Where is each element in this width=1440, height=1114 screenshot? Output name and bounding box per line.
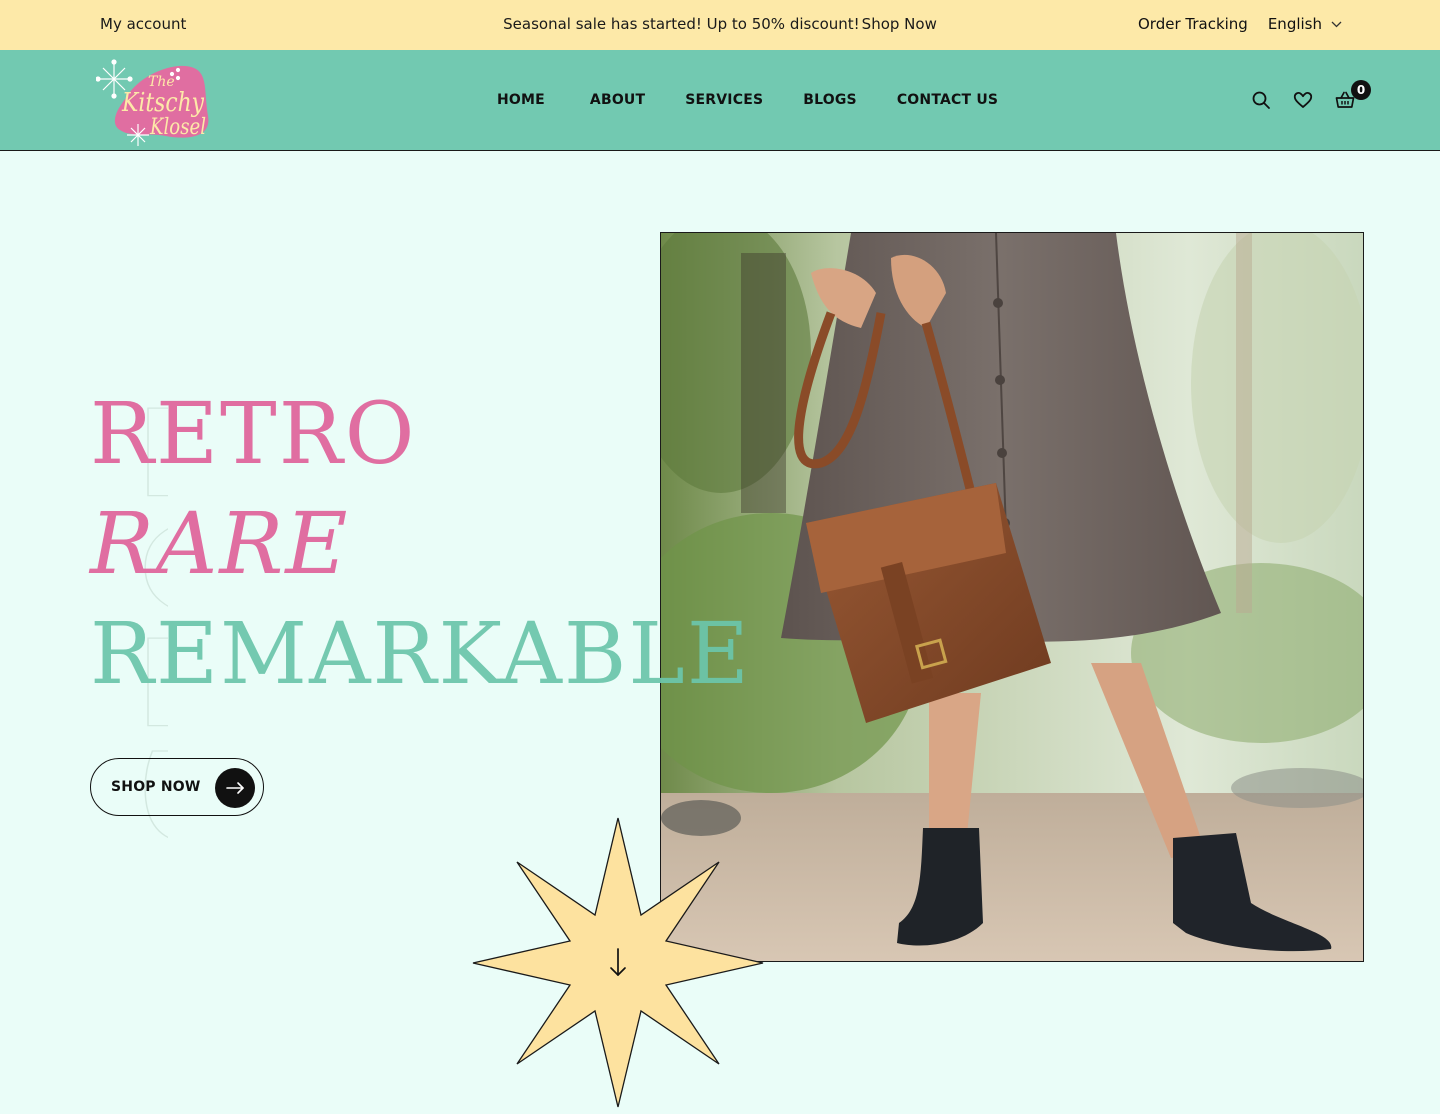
header-actions: 0 [1229,80,1371,110]
promo-text: Seasonal sale has started! Up to 50% dis… [503,15,860,33]
search-icon[interactable] [1251,90,1271,110]
language-label: English [1267,15,1322,33]
shop-now-label: SHOP NOW [111,779,201,795]
main-nav: HOME ABOUT SERVICES BLOGS CONTACT US [497,92,998,108]
site-logo[interactable]: The Kitschy Klosel [95,56,216,146]
svg-text:Kitschy: Kitschy [121,88,204,118]
language-selector[interactable]: English [1268,15,1342,33]
order-tracking-link[interactable]: Order Tracking [1138,15,1248,33]
nav-about[interactable]: ABOUT [590,92,645,108]
svg-text:Klosel: Klosel [149,115,206,140]
nav-home[interactable]: HOME [497,92,545,108]
promo-shop-now-link[interactable]: Shop Now [862,15,937,33]
nav-services[interactable]: SERVICES [685,92,763,108]
chevron-down-icon [1331,21,1342,27]
hero-line-remarkable: REMARKABLE [90,605,751,704]
scroll-down-star-button[interactable] [470,815,766,1110]
main-header: The Kitschy Klosel HOME ABOUT SERVICES B… [0,50,1440,151]
topbar-right: Order Tracking English [1138,15,1342,33]
nav-contact-us[interactable]: CONTACT US [897,92,998,108]
hero-line-rare: RARE [90,495,350,594]
arrow-right-icon [215,768,255,808]
nav-blogs[interactable]: BLOGS [803,92,857,108]
heart-icon[interactable] [1293,90,1313,110]
announcement-bar: My account Seasonal sale has started! Up… [0,0,1440,50]
cart-button[interactable]: 0 [1335,80,1371,110]
shop-now-button[interactable]: SHOP NOW [90,758,264,816]
hero-line-retro: RETRO [90,385,417,484]
cart-count-badge: 0 [1351,80,1371,100]
